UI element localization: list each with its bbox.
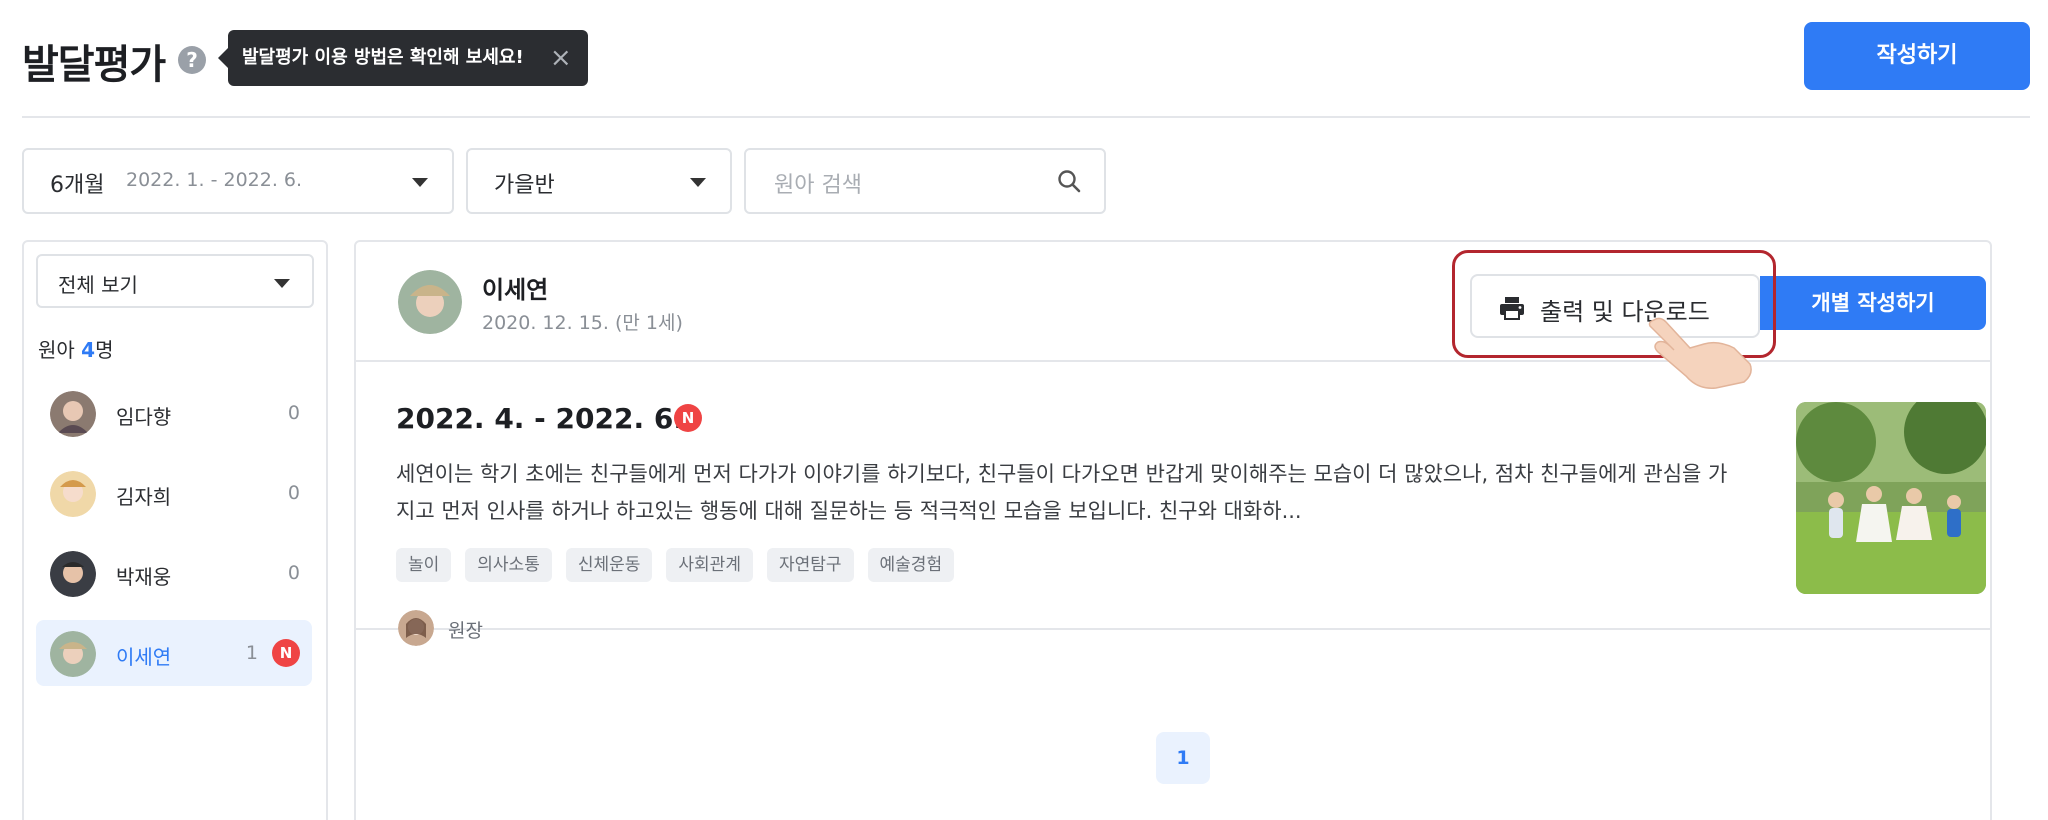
avatar (50, 551, 96, 597)
author-name: 원장 (448, 620, 483, 642)
tag: 신체운동 (565, 548, 653, 582)
author-avatar (398, 610, 434, 646)
help-icon[interactable]: ? (178, 46, 206, 74)
view-select-label: 전체 보기 (58, 273, 138, 297)
chevron-down-icon (412, 178, 428, 187)
list-item[interactable]: 김자희 0 (36, 460, 312, 526)
tooltip-text: 발달평가 이용 방법은 확인해 보세요! (242, 47, 524, 68)
individual-write-button[interactable]: 개별 작성하기 (1760, 276, 1986, 330)
class-select[interactable]: 가을반 (466, 148, 732, 214)
child-count: 0 (287, 402, 300, 424)
new-badge: N (674, 404, 702, 432)
evaluation-photo[interactable] (1796, 402, 1986, 594)
avatar (398, 270, 462, 334)
evaluation-period: 2022. 4. - 2022. 6. (396, 402, 684, 435)
list-item[interactable]: 임다향 0 (36, 380, 312, 446)
list-item-selected[interactable]: 이세연 1 N (36, 620, 312, 686)
class-label: 가을반 (494, 173, 555, 198)
tag: 의사소통 (465, 548, 552, 582)
search-icon[interactable] (1056, 168, 1082, 194)
count-suffix: 명 (95, 338, 114, 362)
children-sidebar: 전체 보기 원아 4명 임다향 0 김자희 0 박재웅 0 이세연 1 N (22, 240, 328, 820)
profile-name: 이세연 (482, 276, 549, 304)
usage-tooltip: 발달평가 이용 방법은 확인해 보세요! × (218, 30, 588, 86)
new-badge: N (272, 639, 300, 667)
child-count: 0 (287, 562, 300, 584)
count-prefix: 원아 (38, 338, 75, 362)
child-count: 1 (245, 642, 258, 664)
period-range: 2022. 1. - 2022. 6. (126, 169, 303, 191)
children-count: 원아 4명 (38, 334, 114, 363)
count-number: 4 (81, 338, 96, 362)
child-name: 박재웅 (116, 565, 172, 589)
child-count: 0 (287, 482, 300, 504)
write-button[interactable]: 작성하기 (1804, 22, 2030, 90)
profile-bar: 이세연 2020. 12. 15. (만 1세) 개별 작성하기 출력 및 다운… (356, 242, 1990, 389)
profile-birthdate: 2020. 12. 15. (만 1세) (482, 312, 683, 334)
period-select[interactable]: 6개월 2022. 1. - 2022. 6. (22, 148, 454, 214)
tag: 사회관계 (666, 548, 753, 582)
child-name: 이세연 (116, 645, 172, 669)
evaluation-text: 세연이는 학기 초에는 친구들에게 먼저 다가가 이야기를 하기보다, 친구들이… (396, 462, 1728, 523)
evaluation-panel: 이세연 2020. 12. 15. (만 1세) 개별 작성하기 출력 및 다운… (354, 240, 1992, 820)
page-title: 발달평가 (22, 42, 166, 88)
tag: 자연탐구 (766, 548, 854, 582)
tag: 놀이 (396, 548, 452, 582)
search-input[interactable]: 원아 검색 (744, 148, 1106, 214)
evaluation-card[interactable]: 2022. 4. - 2022. 6. N 세연이는 학기 초에는 친구들에게 … (356, 362, 1990, 646)
child-name: 김자희 (116, 485, 172, 509)
page-header: 발달평가 ? 발달평가 이용 방법은 확인해 보세요! × 작성하기 (22, 22, 2030, 118)
printer-icon (1500, 297, 1524, 320)
avatar (50, 631, 96, 677)
avatar (50, 471, 96, 517)
child-name: 임다향 (116, 405, 172, 429)
search-placeholder: 원아 검색 (774, 173, 862, 198)
close-icon[interactable]: × (550, 30, 572, 86)
tag: 예술경험 (867, 548, 955, 582)
list-item[interactable]: 박재웅 0 (36, 540, 312, 606)
domain-tags: 놀이 의사소통 신체운동 사회관계 자연탐구 예술경험 (396, 548, 955, 582)
pagination-page-1[interactable]: 1 (1156, 732, 1210, 784)
chevron-down-icon (274, 279, 290, 288)
chevron-down-icon (690, 178, 706, 187)
view-select[interactable]: 전체 보기 (36, 254, 314, 308)
period-label: 6개월 (50, 173, 105, 198)
avatar (50, 391, 96, 437)
